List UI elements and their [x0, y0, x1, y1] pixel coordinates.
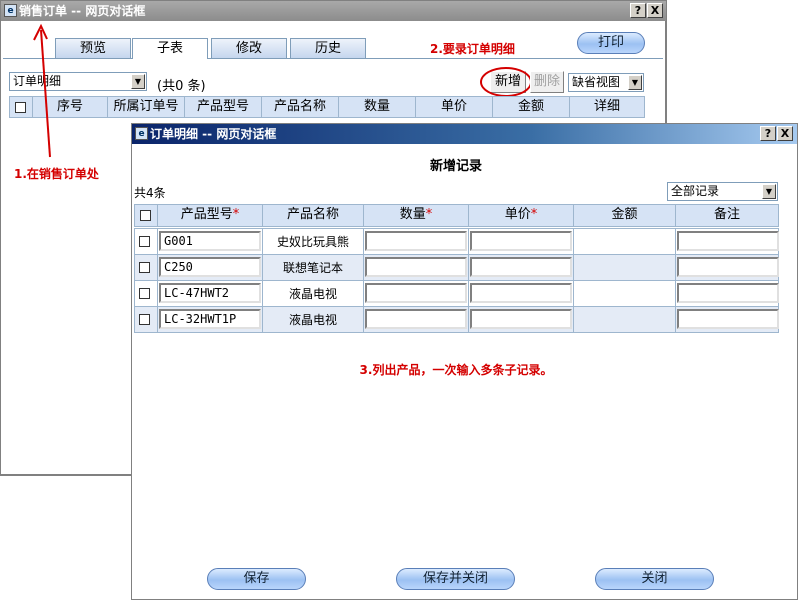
annotation-step2: 2.要录订单明细 — [430, 42, 515, 56]
annotation-arrow — [33, 23, 51, 158]
ie-page-icon: e — [4, 4, 17, 17]
remark-input[interactable] — [677, 309, 779, 329]
select-all-checkbox[interactable] — [140, 210, 151, 221]
dialog-col-remark[interactable]: 备注 — [675, 204, 779, 227]
product-name: 史奴比玩具熊 — [276, 235, 349, 249]
required-mark: * — [530, 207, 538, 222]
save-and-close-button[interactable]: 保存并关闭 — [396, 568, 515, 590]
dialog-record-count: 共4条 — [134, 186, 166, 200]
col-header-detail[interactable]: 详细 — [569, 96, 645, 118]
dialog-heading: 新增记录 — [429, 159, 482, 174]
col-model-label: 产品型号 — [180, 207, 233, 222]
tab-preview[interactable]: 预览 — [55, 38, 131, 58]
dialog-col-price[interactable]: 单价* — [468, 204, 574, 227]
model-input[interactable]: LC-47HWT2 — [159, 283, 261, 303]
select-all-checkbox[interactable] — [15, 102, 26, 113]
tab-strip-line — [3, 58, 663, 59]
close-dialog-button[interactable]: 关闭 — [595, 568, 714, 590]
help-button[interactable]: ? — [630, 3, 646, 18]
ie-page-icon: e — [135, 127, 148, 140]
product-name: 联想笔记本 — [282, 261, 343, 275]
row-checkbox[interactable] — [139, 288, 150, 299]
annotation-step3: 3.列出产品，一次输入多条子记录。 — [359, 363, 553, 377]
annotation-step1: 1.在销售订单处 — [14, 167, 99, 181]
chevron-down-icon: ▼ — [131, 74, 145, 89]
record-count: (共0 条) — [157, 79, 206, 94]
filter-select[interactable]: 全部记录 ▼ — [667, 182, 778, 201]
remark-input[interactable] — [677, 231, 779, 251]
dialog-title: 订单明细 -- 网页对话框 — [150, 127, 277, 141]
help-button[interactable]: ? — [760, 126, 776, 141]
add-button-highlight-ring — [480, 67, 532, 97]
price-input[interactable] — [470, 309, 572, 329]
tab-edit[interactable]: 修改 — [211, 38, 287, 58]
row-checkbox[interactable] — [139, 314, 150, 325]
table-cell — [573, 228, 676, 255]
dialog-col-name[interactable]: 产品名称 — [262, 204, 364, 227]
dialog-col-amount[interactable]: 金额 — [573, 204, 676, 227]
model-input[interactable]: G001 — [159, 231, 261, 251]
filter-select-value: 全部记录 — [671, 184, 720, 198]
order-detail-dialog: e 订单明细 -- 网页对话框 ? X 新增记录 共4条 全部记录 ▼ 产品型号… — [131, 123, 798, 600]
required-mark: * — [232, 207, 240, 222]
quantity-input[interactable] — [365, 283, 467, 303]
col-header-price[interactable]: 单价 — [415, 96, 493, 118]
close-button[interactable]: X — [647, 3, 663, 18]
quantity-input[interactable] — [365, 309, 467, 329]
col-price-label: 单价 — [504, 207, 531, 222]
quantity-input[interactable] — [365, 231, 467, 251]
dialog-col-model[interactable]: 产品型号* — [157, 204, 263, 227]
col-header-amount[interactable]: 金额 — [492, 96, 570, 118]
table-cell — [573, 280, 676, 307]
quantity-input[interactable] — [365, 257, 467, 277]
view-select-value: 缺省视图 — [572, 75, 621, 89]
print-button[interactable]: 打印 — [577, 32, 645, 54]
product-name: 液晶电视 — [288, 313, 337, 327]
row-checkbox[interactable] — [139, 236, 150, 247]
model-input[interactable]: C250 — [159, 257, 261, 277]
dialog-titlebar[interactable]: e 订单明细 -- 网页对话框 ? X — [132, 124, 797, 144]
remark-input[interactable] — [677, 283, 779, 303]
col-header-name[interactable]: 产品名称 — [261, 96, 339, 118]
col-header-qty[interactable]: 数量 — [338, 96, 416, 118]
save-button[interactable]: 保存 — [207, 568, 306, 590]
tab-history[interactable]: 历史 — [290, 38, 366, 58]
row-checkbox[interactable] — [139, 262, 150, 273]
col-header-order-no[interactable]: 所属订单号 — [107, 96, 185, 118]
tab-subtable[interactable]: 子表 — [132, 38, 208, 59]
chevron-down-icon: ▼ — [762, 184, 776, 199]
model-input[interactable]: LC-32HWT1P — [159, 309, 261, 329]
price-input[interactable] — [470, 283, 572, 303]
required-mark: * — [425, 207, 433, 222]
price-input[interactable] — [470, 231, 572, 251]
chevron-down-icon: ▼ — [628, 75, 642, 90]
view-select[interactable]: 缺省视图 ▼ — [568, 73, 644, 92]
sales-order-titlebar[interactable]: e 销售订单 -- 网页对话框 ? X — [1, 1, 666, 21]
table-cell — [573, 306, 676, 333]
close-button[interactable]: X — [777, 126, 793, 141]
remark-input[interactable] — [677, 257, 779, 277]
delete-button[interactable]: 删除 — [530, 71, 564, 93]
table-cell — [573, 254, 676, 281]
sales-order-title: 销售订单 -- 网页对话框 — [19, 4, 146, 18]
price-input[interactable] — [470, 257, 572, 277]
product-name: 液晶电视 — [288, 287, 337, 301]
col-header-model[interactable]: 产品型号 — [184, 96, 262, 118]
col-qty-label: 数量 — [399, 207, 426, 222]
dialog-header-select-all — [134, 204, 158, 227]
dialog-col-qty[interactable]: 数量* — [363, 204, 469, 227]
